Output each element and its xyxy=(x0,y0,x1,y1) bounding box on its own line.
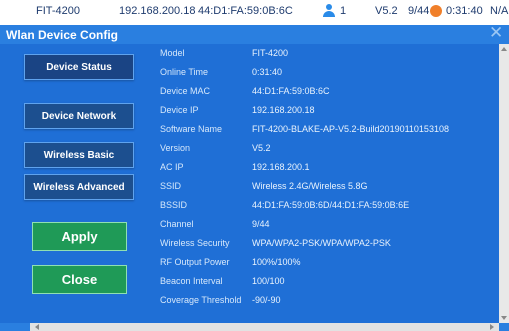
info-value: 100%/100% xyxy=(252,257,301,267)
horizontal-scrollbar[interactable] xyxy=(30,323,499,331)
close-icon[interactable]: ✕ xyxy=(489,25,503,41)
info-label: Version xyxy=(160,143,191,153)
info-label: Beacon Interval xyxy=(160,276,223,286)
info-label: Device MAC xyxy=(160,86,211,96)
info-value: 192.168.200.18 xyxy=(252,105,315,115)
info-row-device-mac: Device MAC 44:D1:FA:59:0B:6C xyxy=(148,82,499,101)
info-row-ssid: SSID Wireless 2.4G/Wireless 5.8G xyxy=(148,177,499,196)
clock-icon xyxy=(430,5,442,17)
row-version: V5.2 xyxy=(375,5,398,17)
info-label: Coverage Threshold xyxy=(160,295,242,305)
info-value: V5.2 xyxy=(252,143,271,153)
info-label: Device IP xyxy=(160,105,199,115)
info-label: Online Time xyxy=(160,67,209,77)
info-row-device-ip: Device IP 192.168.200.18 xyxy=(148,101,499,120)
info-value: 9/44 xyxy=(252,219,270,229)
row-online-time: 0:31:40 xyxy=(446,5,483,17)
info-label: RF Output Power xyxy=(160,257,230,267)
row-channel: 9/44 xyxy=(408,5,430,17)
scroll-strip xyxy=(0,323,30,331)
row-ip: 192.168.200.18 xyxy=(119,5,196,17)
info-value: WPA/WPA2-PSK/WPA/WPA2-PSK xyxy=(252,238,391,248)
info-value: FIT-4200 xyxy=(252,48,289,58)
info-label: Model xyxy=(160,48,185,58)
info-value: 44:D1:FA:59:0B:6D/44:D1:FA:59:0B:6E xyxy=(252,200,410,210)
info-row-wireless-security: Wireless Security WPA/WPA2-PSK/WPA/WPA2-… xyxy=(148,234,499,253)
info-row-channel: Channel 9/44 xyxy=(148,215,499,234)
dialog-content: Device Status Device Network Wireless Ba… xyxy=(0,44,499,323)
info-row-bssid: BSSID 44:D1:FA:59:0B:6D/44:D1:FA:59:0B:6… xyxy=(148,196,499,215)
device-status-button[interactable]: Device Status xyxy=(24,54,134,80)
info-value: Wireless 2.4G/Wireless 5.8G xyxy=(252,181,368,191)
wireless-basic-button[interactable]: Wireless Basic xyxy=(24,142,134,168)
info-row-ac-ip: AC IP 192.168.200.1 xyxy=(148,158,499,177)
info-row-rf-output-power: RF Output Power 100%/100% xyxy=(148,253,499,272)
info-label: Wireless Security xyxy=(160,238,230,248)
scroll-right-icon[interactable] xyxy=(490,324,494,330)
row-users: 1 xyxy=(340,5,347,17)
info-row-beacon-interval: Beacon Interval 100/100 xyxy=(148,272,499,291)
wireless-advanced-button[interactable]: Wireless Advanced xyxy=(24,174,134,200)
info-value: -90/-90 xyxy=(252,295,281,305)
apply-button[interactable]: Apply xyxy=(32,222,127,251)
vertical-scrollbar[interactable] xyxy=(499,44,509,323)
info-label: BSSID xyxy=(160,200,188,210)
user-icon xyxy=(322,4,336,17)
row-model: FIT-4200 xyxy=(36,5,81,17)
info-label: SSID xyxy=(160,181,182,191)
scroll-left-icon[interactable] xyxy=(35,324,39,330)
dialog-title: Wlan Device Config xyxy=(6,28,119,42)
info-row-software-name: Software Name FIT-4200-BLAKE-AP-V5.2-Bui… xyxy=(148,120,499,139)
info-row-model: Model FIT-4200 xyxy=(148,44,499,63)
info-value: FIT-4200-BLAKE-AP-V5.2-Build201901101531… xyxy=(252,124,449,134)
info-label: Software Name xyxy=(160,124,223,134)
info-value: 44:D1:FA:59:0B:6C xyxy=(252,86,330,96)
info-label: AC IP xyxy=(160,162,184,172)
info-row-coverage-threshold: Coverage Threshold -90/-90 xyxy=(148,291,499,310)
info-value: 100/100 xyxy=(252,276,285,286)
scroll-up-icon[interactable] xyxy=(501,47,507,51)
info-label: Channel xyxy=(160,219,194,229)
scroll-down-icon[interactable] xyxy=(501,316,507,320)
device-list-row[interactable]: FIT-4200 192.168.200.18 44:D1:FA:59:0B:6… xyxy=(0,0,509,22)
info-row-version: Version V5.2 xyxy=(148,139,499,158)
device-network-button[interactable]: Device Network xyxy=(24,103,134,129)
info-row-online-time: Online Time 0:31:40 xyxy=(148,63,499,82)
info-value: 0:31:40 xyxy=(252,67,283,77)
dialog-title-bar[interactable]: Wlan Device Config ✕ xyxy=(0,25,509,44)
close-button[interactable]: Close xyxy=(32,265,127,294)
row-extra: N/A xyxy=(490,5,509,17)
row-mac: 44:D1:FA:59:0B:6C xyxy=(198,5,293,17)
wlan-device-config-dialog: Wlan Device Config ✕ Device Status Devic… xyxy=(0,25,509,331)
info-value: 192.168.200.1 xyxy=(252,162,310,172)
